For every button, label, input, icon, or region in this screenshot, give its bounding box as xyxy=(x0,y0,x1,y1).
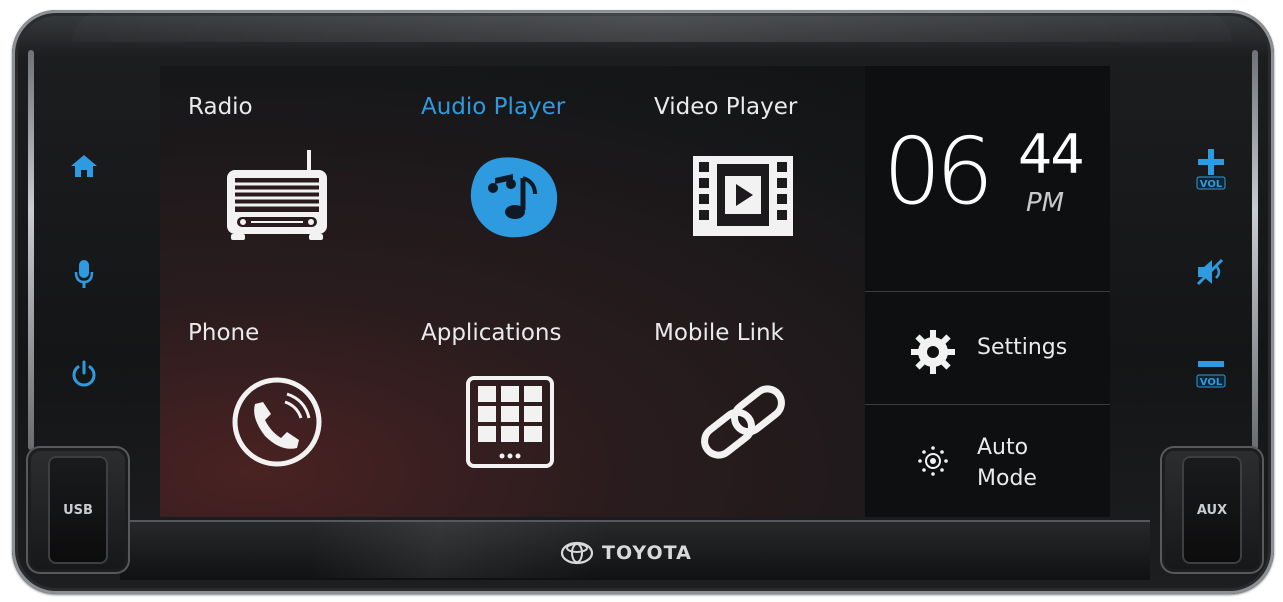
auto-mode-button[interactable]: Auto Mode xyxy=(865,405,1110,517)
gear-icon xyxy=(911,330,955,374)
tile-applications[interactable]: Applications xyxy=(393,292,626,517)
tile-label-mobile-link: Mobile Link xyxy=(654,320,784,346)
volume-up-button[interactable]: VOL xyxy=(1186,144,1236,194)
chrome-right-trim xyxy=(1252,50,1258,450)
usb-port-label: USB xyxy=(63,502,93,518)
chrome-left-trim xyxy=(28,50,34,450)
mute-icon xyxy=(1196,258,1224,286)
aux-port-label: AUX xyxy=(1196,502,1228,518)
film-play-icon xyxy=(683,146,803,246)
brightness-icon xyxy=(918,446,948,476)
tile-radio[interactable]: Radio xyxy=(160,66,393,292)
tile-mobile-link[interactable]: Mobile Link xyxy=(626,292,859,517)
touch-screen: Radio Audio Player Video Player Phone Ap… xyxy=(160,66,1110,517)
tile-label-video-player: Video Player xyxy=(654,94,798,120)
side-panel: 06 44 PM Settings Auto Mode xyxy=(865,66,1110,517)
settings-label: Settings xyxy=(977,335,1068,360)
auto-mode-label-line2: Mode xyxy=(977,466,1037,491)
clock-hours: 06 xyxy=(883,118,994,225)
tile-phone[interactable]: Phone xyxy=(160,292,393,517)
brand-name: TOYOTA xyxy=(602,542,692,564)
aux-port[interactable]: AUX xyxy=(1160,446,1264,574)
clock-minutes: 44 xyxy=(1018,123,1085,186)
auto-mode-label-line1: Auto xyxy=(977,435,1029,460)
usb-port[interactable]: USB xyxy=(26,446,130,574)
link-icon xyxy=(683,372,803,472)
brand-logo: TOYOTA xyxy=(560,540,692,566)
aux-port-slot: AUX xyxy=(1182,456,1242,564)
power-icon xyxy=(72,360,96,387)
volume-down-label: VOL xyxy=(1200,377,1223,388)
tile-label-radio: Radio xyxy=(188,94,253,120)
home-button[interactable] xyxy=(62,144,106,188)
mute-button[interactable] xyxy=(1188,250,1232,294)
tile-audio-player[interactable]: Audio Player xyxy=(393,66,626,292)
home-icon xyxy=(71,155,97,177)
tile-video-player[interactable]: Video Player xyxy=(626,66,859,292)
settings-button[interactable]: Settings xyxy=(865,292,1110,404)
voice-button[interactable] xyxy=(62,252,106,296)
volume-up-icon: VOL xyxy=(1196,149,1226,190)
phone-icon xyxy=(217,372,337,472)
volume-up-label: VOL xyxy=(1200,179,1223,190)
power-button[interactable] xyxy=(62,352,106,396)
microphone-icon xyxy=(74,260,94,288)
clock: 06 44 PM xyxy=(883,126,1103,236)
radio-icon xyxy=(217,146,337,246)
chrome-top-trim xyxy=(72,12,1232,42)
tile-label-audio-player: Audio Player xyxy=(421,94,566,120)
apps-grid-icon xyxy=(450,372,570,472)
music-note-icon xyxy=(450,146,570,246)
toyota-emblem-icon xyxy=(560,541,594,565)
clock-ampm: PM xyxy=(1026,188,1065,218)
usb-port-slot: USB xyxy=(48,456,108,564)
volume-down-button[interactable]: VOL xyxy=(1186,354,1236,394)
volume-down-icon: VOL xyxy=(1196,361,1226,388)
tile-label-applications: Applications xyxy=(421,320,562,346)
tile-label-phone: Phone xyxy=(188,320,260,346)
